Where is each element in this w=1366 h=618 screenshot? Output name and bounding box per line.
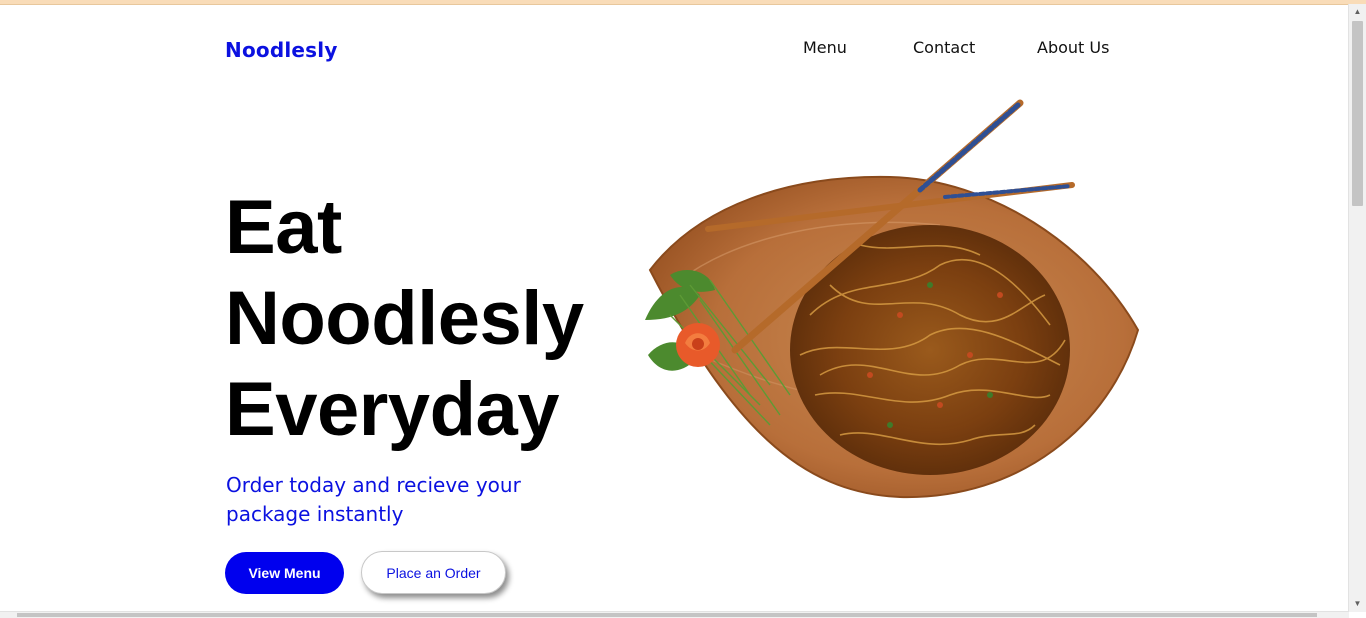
vertical-scrollbar[interactable]: ▲ ▼ [1348, 4, 1366, 612]
nav-item-about-us[interactable]: About Us [1037, 38, 1109, 57]
scrollbar-thumb[interactable] [1352, 21, 1363, 206]
headline-line-2: Noodlesly [225, 276, 584, 361]
place-order-button[interactable]: Place an Order [361, 551, 506, 594]
hero-headline: Eat Noodlesly Everyday [225, 182, 584, 455]
scroll-down-icon[interactable]: ▼ [1349, 596, 1366, 612]
scroll-up-icon[interactable]: ▲ [1349, 4, 1366, 20]
brand-logo[interactable]: Noodlesly [225, 38, 338, 62]
browser-top-strip [0, 0, 1366, 5]
hero-subtitle: Order today and recieve your package ins… [226, 473, 521, 526]
main-nav: Menu Contact About Us [760, 38, 1120, 62]
view-menu-button[interactable]: View Menu [225, 552, 344, 594]
horizontal-scrollbar-thumb[interactable] [17, 613, 1317, 617]
nav-item-menu[interactable]: Menu [803, 38, 847, 57]
headline-line-3: Everyday [225, 367, 560, 452]
headline-line-1: Eat [225, 185, 342, 270]
noodle-plate-icon [645, 99, 1140, 499]
nav-item-contact[interactable]: Contact [913, 38, 975, 57]
horizontal-scrollbar[interactable] [0, 611, 1349, 618]
